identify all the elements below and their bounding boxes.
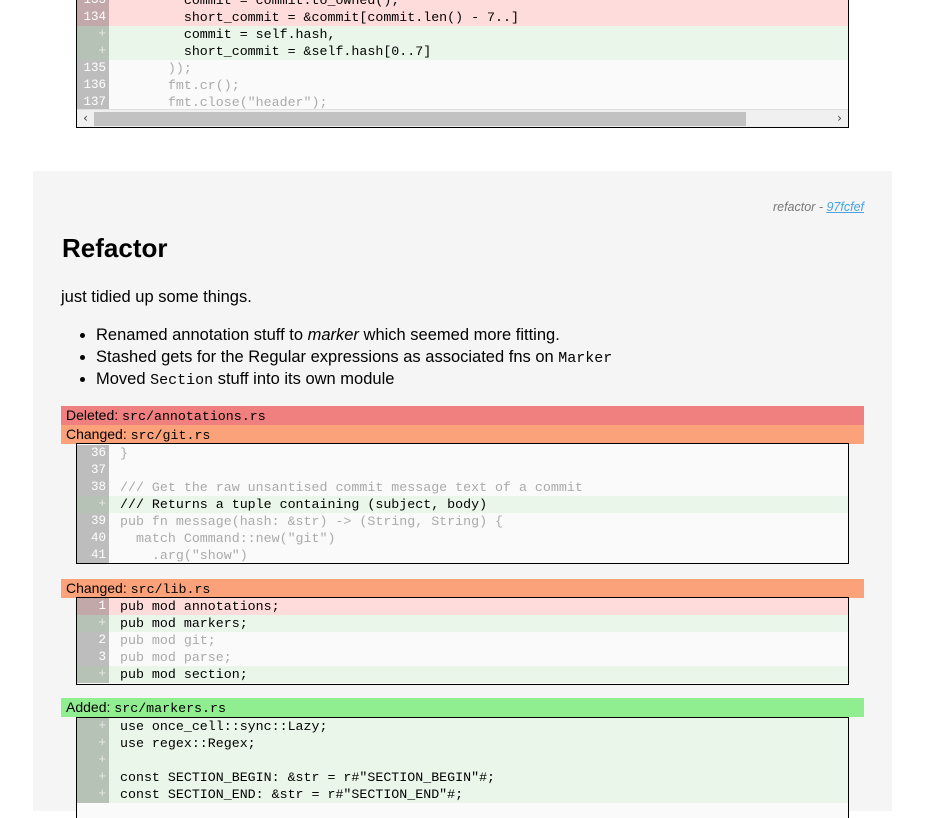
line-number: 36: [77, 445, 109, 462]
code-line: + const SECTION_BEGIN: &str = r#"SECTION_…: [77, 769, 848, 786]
code-text: commit = commit.to_owned();: [120, 0, 400, 8]
code-text: pub mod section;: [120, 667, 248, 682]
line-number: 38: [77, 479, 109, 496]
code-line: 3 pub mod parse;: [77, 649, 848, 666]
line-number: 134: [77, 9, 109, 26]
chevron-right-icon[interactable]: ›: [831, 110, 848, 127]
file-header-added[interactable]: Added: src/markers.rs: [61, 698, 864, 717]
code-line: 1 pub mod annotations;: [77, 598, 848, 615]
code-line: + short_commit = &self.hash[0..7]: [77, 43, 848, 60]
code-text: ));: [120, 61, 192, 76]
code-text: const SECTION_BEGIN: &str = r#"SECTION_B…: [120, 770, 496, 785]
commit-tag: refactor: [772, 200, 816, 214]
line-number: 133: [77, 0, 109, 9]
code-text: use once_cell::sync::Lazy;: [120, 719, 328, 734]
line-number: +: [77, 615, 109, 632]
scrollbar-thumb[interactable]: [94, 112, 746, 126]
file-path: src/markers.rs: [114, 701, 226, 716]
code-text: use regex::Regex;: [120, 736, 256, 751]
line-number: +: [77, 26, 109, 43]
list-item: Renamed annotation stuff to marker which…: [96, 325, 612, 347]
code-text: }: [120, 446, 128, 461]
line-number: 2: [77, 632, 109, 649]
code-line: 40 match Command::new("git"): [77, 530, 848, 547]
commit-meta: refactor - 97fcfef: [772, 200, 864, 214]
code-line: + pub mod section;: [77, 666, 848, 683]
code-line: + pub mod markers;: [77, 615, 848, 632]
line-number: +: [77, 735, 109, 752]
line-number: +: [77, 786, 109, 803]
code-line: 135 ));: [77, 60, 848, 77]
code-block-git[interactable]: 36} 37 38/// Get the raw unsantised commit…: [76, 443, 849, 564]
code-line: + use once_cell::sync::Lazy;: [77, 718, 848, 735]
code-text: /// Returns a tuple containing (subject,…: [120, 497, 488, 512]
commit-bullets: Renamed annotation stuff to marker which…: [61, 325, 612, 392]
file-header-deleted[interactable]: Deleted: src/annotations.rs: [61, 406, 864, 425]
line-number: +: [77, 769, 109, 786]
line-number: +: [77, 43, 109, 60]
code-text: /// Get the raw unsantised commit messag…: [120, 480, 583, 495]
file-header-changed-lib[interactable]: Changed: src/lib.rs: [61, 579, 864, 598]
code-block-top[interactable]: 133 commit = commit.to_owned(); 134 short…: [76, 0, 849, 128]
code-line: 41 .arg("show"): [77, 547, 848, 563]
code-text: const SECTION_END: &str = r#"SECTION_END…: [120, 787, 464, 802]
line-number: 1: [77, 598, 109, 615]
code-text: pub mod markers;: [120, 616, 248, 631]
commit-intro: just tidied up some things.: [61, 288, 252, 306]
line-number: +: [77, 666, 109, 683]
code-block-markers[interactable]: + use once_cell::sync::Lazy; + use regex::R…: [76, 717, 849, 818]
line-number: +: [77, 752, 109, 769]
file-path: src/git.rs: [130, 428, 211, 443]
code-text: short_commit = &commit[commit.len() - 7.…: [120, 10, 519, 25]
line-number: +: [77, 496, 109, 513]
code-text: match Command::new("git"): [120, 531, 336, 546]
code-block-lib[interactable]: 1 pub mod annotations; + pub mod markers; 2 p…: [76, 597, 849, 685]
chevron-left-icon[interactable]: ‹: [77, 110, 94, 127]
line-number: 40: [77, 530, 109, 547]
code-line: 37: [77, 462, 848, 479]
list-item: Moved Section stuff into its own module: [96, 369, 612, 392]
code-line: 134 short_commit = &commit[commit.len() …: [77, 9, 848, 26]
file-path: src/annotations.rs: [122, 409, 266, 424]
horizontal-scrollbar[interactable]: ‹ ›: [77, 109, 848, 127]
code-text: pub mod git;: [120, 633, 216, 648]
code-line: + const SECTION_END: &str = r#"SECTION_EN…: [77, 786, 848, 803]
code-text: pub mod parse;: [120, 650, 232, 665]
code-line: + commit = self.hash,: [77, 26, 848, 43]
code-line: 136 fmt.cr();: [77, 77, 848, 94]
commit-hash-link[interactable]: 97fcfef: [826, 200, 864, 214]
code-text: pub mod annotations;: [120, 599, 280, 614]
line-number: 135: [77, 60, 109, 77]
commit-title: Refactor: [62, 233, 168, 263]
code-line: 2 pub mod git;: [77, 632, 848, 649]
line-number: 37: [77, 462, 109, 479]
file-path: src/lib.rs: [130, 582, 211, 597]
code-line: 38 /// Get the raw unsantised commit mess…: [77, 479, 848, 496]
file-header-changed-git[interactable]: Changed: src/git.rs: [61, 425, 864, 444]
code-text: commit = self.hash,: [120, 27, 336, 42]
code-line: + use regex::Regex;: [77, 735, 848, 752]
line-number: +: [77, 718, 109, 735]
code-text: fmt.cr();: [120, 78, 240, 93]
list-item: Stashed gets for the Regular expressions…: [96, 347, 612, 370]
code-text: short_commit = &self.hash[0..7]: [120, 44, 432, 59]
code-line: +: [77, 752, 848, 769]
line-number: 3: [77, 649, 109, 666]
code-line: 133 commit = commit.to_owned();: [77, 0, 848, 9]
code-line: 36}: [77, 445, 848, 462]
line-number: 136: [77, 77, 109, 94]
code-text: .arg("show"): [120, 548, 248, 563]
code-line: + /// Returns a tuple containing (subject…: [77, 496, 848, 513]
line-number: 41: [77, 547, 109, 563]
line-number: 39: [77, 513, 109, 530]
code-text: pub fn message(hash: &str) -> (String, S…: [120, 514, 504, 529]
code-line: 39 pub fn message(hash: &str) -> (String,…: [77, 513, 848, 530]
